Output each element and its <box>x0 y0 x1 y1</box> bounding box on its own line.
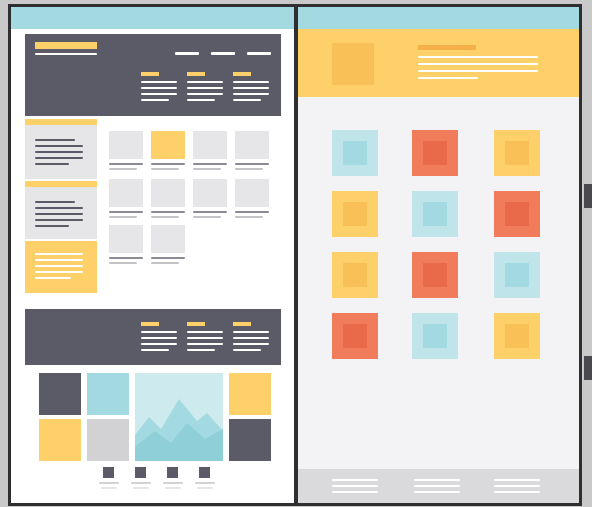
side-card-3[interactable] <box>25 241 97 293</box>
pagination-dot[interactable] <box>103 467 114 478</box>
thumbnail[interactable] <box>109 131 143 159</box>
tile-inner <box>343 263 367 287</box>
tile-yellow[interactable] <box>332 191 378 237</box>
tile-inner <box>423 324 447 348</box>
tile-coral[interactable] <box>412 130 458 176</box>
pagination-dot[interactable] <box>135 467 146 478</box>
thumbnail[interactable] <box>151 225 185 253</box>
tile-inner <box>343 324 367 348</box>
thumbnail[interactable] <box>193 131 227 159</box>
side-card-1[interactable] <box>25 119 97 179</box>
tile-coral[interactable] <box>332 313 378 359</box>
tile-coral[interactable] <box>494 191 540 237</box>
right-rail-tab-top[interactable] <box>584 184 592 208</box>
tile-inner <box>505 141 529 165</box>
thumbnail[interactable] <box>193 179 227 207</box>
tile-yellow[interactable] <box>494 313 540 359</box>
tile-inner <box>505 202 529 226</box>
nav-item-2[interactable] <box>211 52 235 55</box>
feature-band <box>25 309 281 365</box>
tile-teal[interactable] <box>412 313 458 359</box>
gallery-tile[interactable] <box>39 419 81 461</box>
thumbnail-highlighted[interactable] <box>151 131 185 159</box>
side-card-2[interactable] <box>25 181 97 239</box>
tile-teal[interactable] <box>412 191 458 237</box>
nav-item-1[interactable] <box>175 52 199 55</box>
header-banner <box>298 29 579 97</box>
device-frame <box>8 4 582 506</box>
tile-inner <box>505 263 529 287</box>
nav-item-3[interactable] <box>247 52 271 55</box>
pagination-dot[interactable] <box>199 467 210 478</box>
top-accent-bar <box>298 7 579 29</box>
right-wireframe-panel <box>298 7 579 503</box>
tile-teal[interactable] <box>494 252 540 298</box>
header-title-bar <box>418 45 476 50</box>
thumbnail[interactable] <box>235 131 269 159</box>
gallery-tile[interactable] <box>39 373 81 415</box>
gallery-tile[interactable] <box>87 373 129 415</box>
logo-bar <box>35 42 97 49</box>
tile-inner <box>423 202 447 226</box>
tile-inner <box>423 141 447 165</box>
gallery-tile[interactable] <box>87 419 129 461</box>
thumbnail[interactable] <box>235 179 269 207</box>
thumbnail[interactable] <box>151 179 185 207</box>
thumbnail[interactable] <box>109 179 143 207</box>
tile-inner <box>423 263 447 287</box>
hero-header <box>25 34 281 116</box>
tile-inner <box>505 324 529 348</box>
tile-coral[interactable] <box>412 252 458 298</box>
footer <box>298 469 579 503</box>
tile-inner <box>343 202 367 226</box>
tile-yellow[interactable] <box>332 252 378 298</box>
tile-inner <box>343 141 367 165</box>
gallery-tile[interactable] <box>229 419 271 461</box>
tile-teal[interactable] <box>332 130 378 176</box>
tile-yellow[interactable] <box>494 130 540 176</box>
mountain-image-icon[interactable] <box>135 373 223 461</box>
left-wireframe-panel <box>11 7 294 503</box>
header-image-placeholder <box>332 43 374 85</box>
gallery-tile[interactable] <box>229 373 271 415</box>
pagination-dot[interactable] <box>167 467 178 478</box>
right-rail-tab-bottom[interactable] <box>584 356 592 380</box>
top-accent-bar <box>11 7 294 29</box>
logo-underline <box>35 53 97 55</box>
thumbnail[interactable] <box>109 225 143 253</box>
